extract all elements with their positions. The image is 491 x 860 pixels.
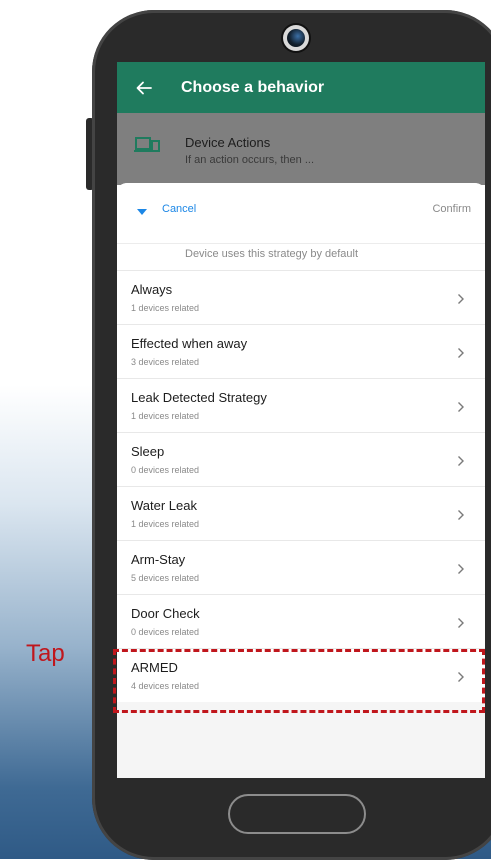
default-strategy-text: Device uses this strategy by default bbox=[185, 248, 359, 260]
item-subtitle: 0 devices related bbox=[131, 627, 200, 637]
item-title: Arm-Stay bbox=[131, 552, 186, 567]
list-item-always[interactable]: Always 1 devices related bbox=[117, 270, 485, 324]
caret-down-icon bbox=[137, 209, 147, 215]
page-title: Choose a behavior bbox=[181, 78, 325, 96]
list-item-door-check[interactable]: Door Check 0 devices related bbox=[117, 594, 485, 648]
device-actions-title: Device Actions bbox=[185, 135, 271, 150]
item-title: Always bbox=[131, 282, 173, 297]
item-subtitle: 3 devices related bbox=[131, 357, 200, 367]
background-device-actions-row: Device Actions If an action occurs, then… bbox=[117, 113, 485, 185]
device-actions-subtitle: If an action occurs, then ... bbox=[185, 154, 315, 166]
list-item-leak-detected-strategy[interactable]: Leak Detected Strategy 1 devices related bbox=[117, 378, 485, 432]
chevron-right-icon bbox=[457, 562, 465, 580]
chevron-right-icon bbox=[457, 400, 465, 418]
list-item-effected-when-away[interactable]: Effected when away 3 devices related bbox=[117, 324, 485, 378]
item-subtitle: 1 devices related bbox=[131, 519, 200, 529]
item-subtitle: 1 devices related bbox=[131, 303, 200, 313]
item-title: Door Check bbox=[131, 606, 200, 621]
chevron-right-icon bbox=[457, 454, 465, 472]
item-title: Sleep bbox=[131, 444, 165, 459]
back-arrow-icon[interactable] bbox=[135, 79, 153, 97]
chevron-right-icon bbox=[457, 616, 465, 634]
list-item-water-leak[interactable]: Water Leak 1 devices related bbox=[117, 486, 485, 540]
item-title: Leak Detected Strategy bbox=[131, 390, 267, 405]
tap-highlight-box bbox=[113, 649, 485, 713]
home-button[interactable] bbox=[228, 794, 366, 834]
confirm-button[interactable]: Confirm bbox=[432, 203, 471, 215]
item-title: Effected when away bbox=[131, 336, 248, 351]
list-item-arm-stay[interactable]: Arm-Stay 5 devices related bbox=[117, 540, 485, 594]
sheet-header: Cancel Confirm bbox=[117, 183, 485, 243]
chevron-right-icon bbox=[457, 292, 465, 310]
item-subtitle: 0 devices related bbox=[131, 465, 200, 475]
app-bar: Choose a behavior bbox=[117, 62, 485, 113]
tap-annotation-label: Tap bbox=[26, 640, 65, 667]
item-title: Water Leak bbox=[131, 498, 197, 513]
list-item-sleep[interactable]: Sleep 0 devices related bbox=[117, 432, 485, 486]
cutoff-description: Device uses this strategy by default bbox=[117, 243, 485, 270]
devices-icon bbox=[134, 135, 160, 160]
item-subtitle: 1 devices related bbox=[131, 411, 200, 421]
item-subtitle: 5 devices related bbox=[131, 573, 200, 583]
chevron-right-icon bbox=[457, 346, 465, 364]
behavior-list: Always 1 devices related Effected when a… bbox=[117, 270, 485, 702]
camera-icon bbox=[283, 25, 309, 51]
chevron-right-icon bbox=[457, 508, 465, 526]
cancel-button[interactable]: Cancel bbox=[162, 203, 196, 215]
